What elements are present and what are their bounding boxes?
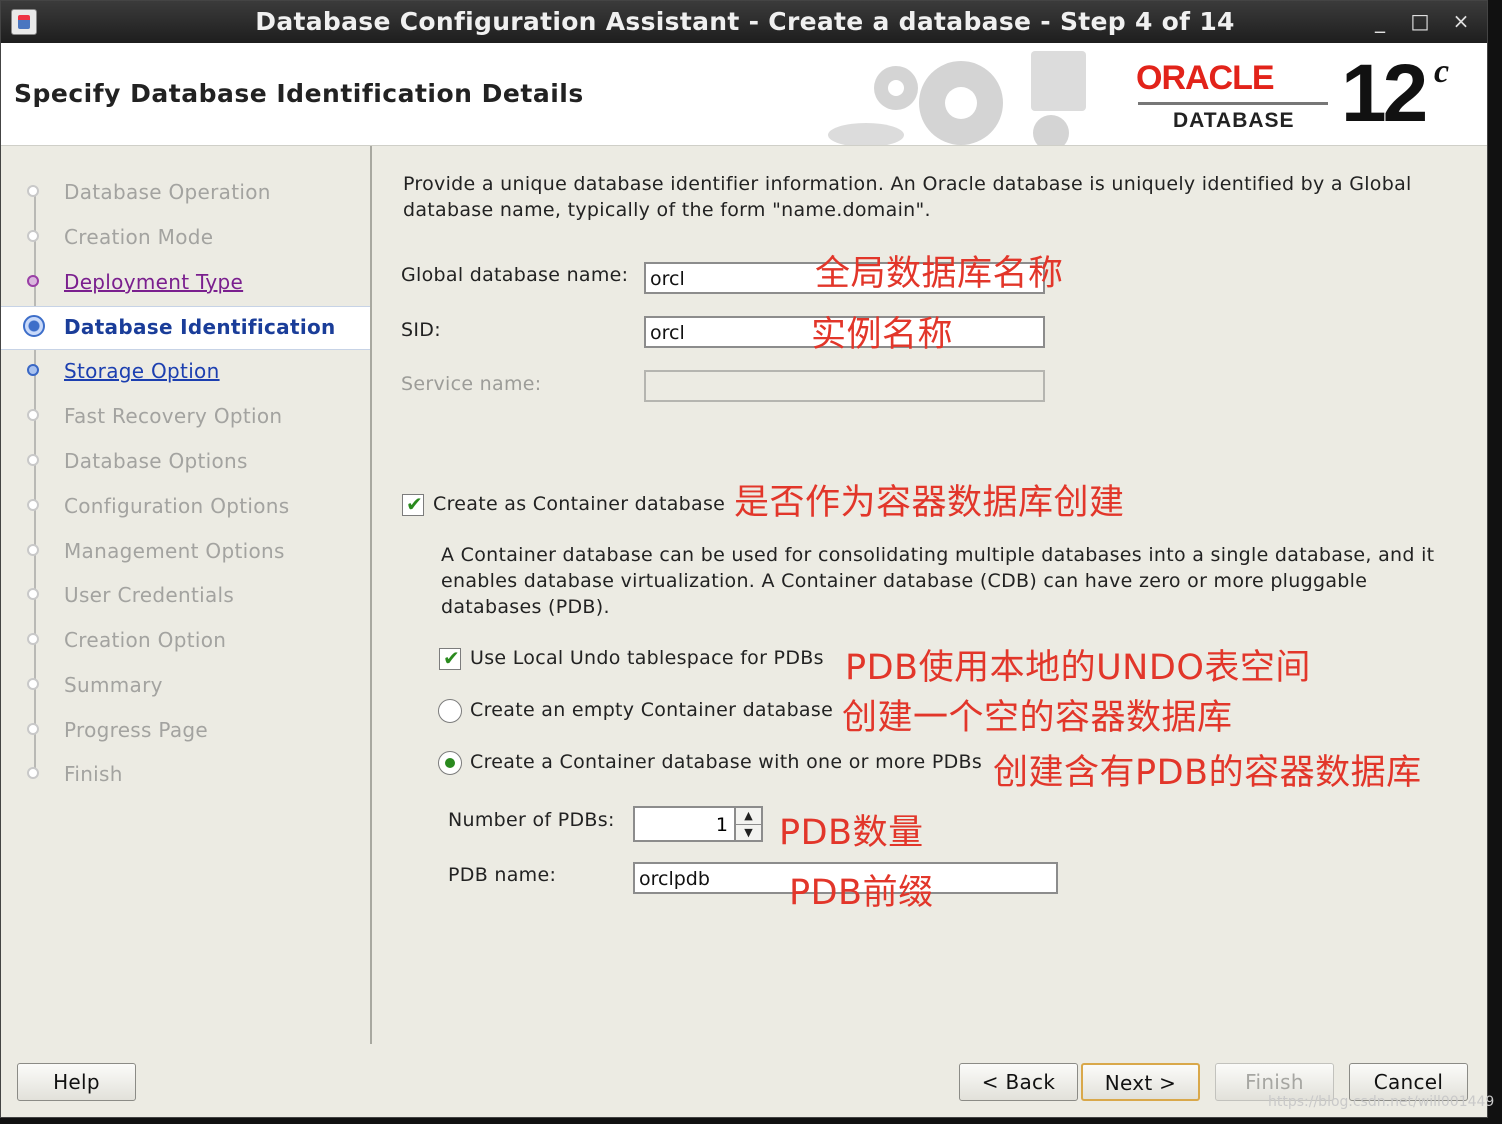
step-dot-icon	[27, 588, 39, 600]
container-desc-line2: enables database virtualization. A Conta…	[441, 570, 1368, 592]
radio-selected-dot	[445, 758, 455, 768]
step-creation-option: Creation Option	[1, 620, 370, 662]
step-user-credentials: User Credentials	[1, 575, 370, 617]
checkmark-icon: ✔	[443, 646, 460, 670]
num-pdbs-input[interactable]: 1	[633, 806, 736, 842]
step-database-identification: Database Identification	[1, 306, 370, 350]
annotation-global-db-name: 全局数据库名称	[815, 254, 1064, 294]
minimize-button[interactable]: _	[1368, 9, 1392, 33]
step-dot-icon	[27, 544, 39, 556]
button-bar: Help < Back Next > Finish Cancel	[1, 1044, 1487, 1117]
annotation-container: 是否作为容器数据库创建	[734, 483, 1125, 523]
dbca-window: Database Configuration Assistant - Creat…	[0, 0, 1488, 1118]
local-undo-label[interactable]: Use Local Undo tablespace for PDBs	[470, 647, 824, 669]
current-step-icon	[23, 315, 45, 337]
close-button[interactable]: ×	[1449, 9, 1473, 33]
service-name-input	[644, 370, 1045, 402]
gears-graphic	[828, 51, 1086, 145]
num-pdbs-spinner[interactable]: 1 ▲ ▼	[633, 806, 763, 842]
step-dot-icon	[27, 364, 39, 376]
page-title: Specify Database Identification Details	[14, 79, 584, 108]
num-pdbs-label: Number of PDBs:	[448, 809, 615, 831]
empty-cdb-radio[interactable]	[438, 699, 462, 723]
annotation-with-pdbs: 创建含有PDB的容器数据库	[993, 753, 1422, 793]
step-dot-icon	[27, 723, 39, 735]
title-bar[interactable]: Database Configuration Assistant - Creat…	[1, 1, 1487, 43]
step-dot-icon	[27, 678, 39, 690]
back-button[interactable]: < Back	[959, 1063, 1078, 1101]
window-title: Database Configuration Assistant - Creat…	[255, 7, 1235, 36]
local-undo-checkbox[interactable]: ✔	[439, 646, 461, 670]
step-fast-recovery-option: Fast Recovery Option	[1, 396, 370, 438]
step-storage-option[interactable]: Storage Option	[1, 351, 370, 393]
empty-cdb-label[interactable]: Create an empty Container database	[470, 699, 833, 721]
step-dot-icon	[27, 230, 39, 242]
step-management-options: Management Options	[1, 531, 370, 573]
annotation-local-undo: PDB使用本地的UNDO表空间	[845, 648, 1311, 688]
maximize-button[interactable]: □	[1408, 9, 1432, 33]
oracle-product-text: DATABASE	[1173, 109, 1295, 132]
step-creation-mode: Creation Mode	[1, 217, 370, 259]
step-dot-icon	[27, 275, 39, 287]
help-button[interactable]: Help	[17, 1063, 136, 1101]
watermark: https://blog.csdn.net/will001449	[1268, 1094, 1495, 1110]
spinner-up-arrow-icon[interactable]: ▲	[736, 808, 761, 825]
oracle-brand-text: ORACLE	[1136, 59, 1275, 97]
oracle-version-suffix: c	[1434, 53, 1450, 90]
step-summary: Summary	[1, 665, 370, 707]
create-container-label[interactable]: Create as Container database	[433, 493, 725, 515]
page-header: Specify Database Identification Details …	[1, 43, 1487, 146]
step-configuration-options: Configuration Options	[1, 486, 370, 528]
step-database-operation: Database Operation	[1, 172, 370, 214]
checkmark-icon: ✔	[406, 492, 423, 516]
step-dot-icon	[27, 409, 39, 421]
annotation-num-pdbs: PDB数量	[779, 813, 924, 853]
pdb-name-label: PDB name:	[448, 864, 557, 886]
next-button[interactable]: Next >	[1081, 1063, 1200, 1101]
intro-text-line2: database name, typically of the form "na…	[403, 199, 931, 221]
step-dot-icon	[27, 633, 39, 645]
spinner-down-arrow-icon[interactable]: ▼	[736, 825, 761, 841]
container-desc-line3: databases (PDB).	[441, 596, 610, 618]
step-deployment-type[interactable]: Deployment Type	[1, 262, 370, 304]
main-content: Provide a unique database identifier inf…	[373, 146, 1487, 1044]
container-desc-line1: A Container database can be used for con…	[441, 544, 1435, 566]
annotation-empty-cdb: 创建一个空的容器数据库	[842, 698, 1233, 738]
intro-text-line1: Provide a unique database identifier inf…	[403, 173, 1412, 195]
step-navigation: Database Operation Creation Mode Deploym…	[1, 146, 372, 1044]
step-progress-page: Progress Page	[1, 710, 370, 752]
step-dot-icon	[27, 499, 39, 511]
annotation-pdb-name: PDB前缀	[789, 873, 934, 913]
create-container-checkbox[interactable]: ✔	[402, 492, 424, 516]
step-finish: Finish	[1, 754, 370, 796]
sid-label: SID:	[401, 319, 441, 341]
step-dot-icon	[27, 767, 39, 779]
cdb-with-pdbs-label[interactable]: Create a Container database with one or …	[470, 751, 982, 773]
logo-divider	[1138, 102, 1328, 105]
spinner-buttons: ▲ ▼	[736, 806, 763, 842]
cdb-with-pdbs-radio[interactable]	[438, 751, 462, 775]
global-db-name-label: Global database name:	[401, 264, 629, 286]
step-dot-icon	[27, 454, 39, 466]
step-dot-icon	[27, 185, 39, 197]
service-name-label: Service name:	[401, 373, 542, 395]
annotation-sid: 实例名称	[811, 315, 954, 355]
oracle-logo: ORACLE DATABASE 12 c	[1136, 48, 1476, 140]
step-database-options: Database Options	[1, 441, 370, 483]
oracle-version: 12	[1341, 48, 1428, 139]
